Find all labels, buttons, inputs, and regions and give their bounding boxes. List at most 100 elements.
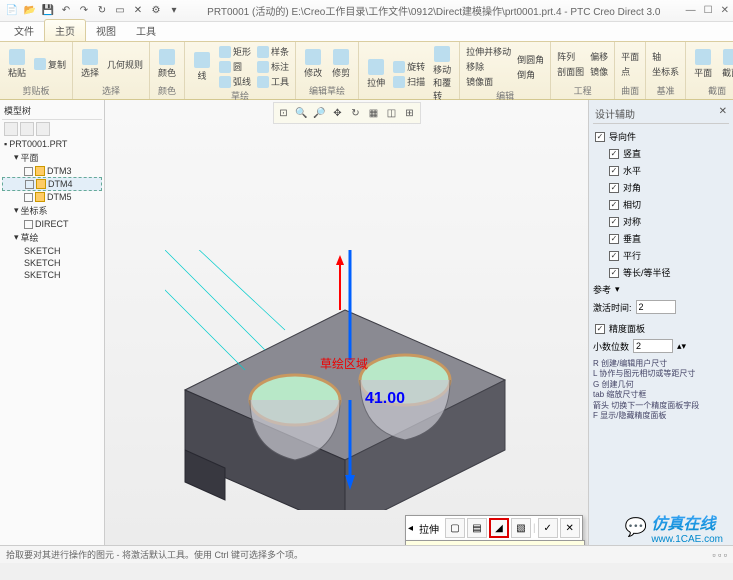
datum-display-icon[interactable]: ◫ xyxy=(384,105,400,121)
extrude-surface-button[interactable]: ▤ xyxy=(467,518,487,538)
color-button[interactable]: 颜色 xyxy=(154,47,180,81)
minimize-icon[interactable]: — xyxy=(686,5,696,16)
dimension-value[interactable]: 41.00 xyxy=(365,390,405,408)
equal-length-checkbox[interactable]: 等长/等半径 xyxy=(593,264,729,281)
tab-tools[interactable]: 工具 xyxy=(126,20,166,41)
trim-button[interactable]: 修剪 xyxy=(328,47,354,81)
move-rotate-button[interactable]: 移动和覆转 xyxy=(429,44,455,104)
tree-tool-2[interactable] xyxy=(20,122,34,136)
mirror-face-button[interactable]: 镜像面 xyxy=(464,74,513,89)
new-file-icon[interactable]: 📄 xyxy=(4,3,20,19)
close-panel-icon[interactable]: ✕ xyxy=(719,106,727,121)
cancel-button[interactable]: ✕ xyxy=(560,518,580,538)
redo-icon[interactable]: ↷ xyxy=(76,3,92,19)
symmetry-checkbox[interactable]: 对称 xyxy=(593,213,729,230)
tab-home[interactable]: 主页 xyxy=(44,19,86,41)
3d-viewport[interactable]: ⊡ 🔍 🔎 ✥ ↻ ▦ ◫ ⊞ xyxy=(105,100,588,545)
zoom-in-icon[interactable]: 🔍 xyxy=(294,105,310,121)
dropdown-icon[interactable]: ▾ xyxy=(166,3,182,19)
tree-root[interactable]: ▪PRT0001.PRT xyxy=(2,138,102,150)
rect-button[interactable]: 矩形 xyxy=(217,44,253,59)
spinner-icon[interactable]: ▴▾ xyxy=(677,341,686,352)
line-button[interactable]: 线 xyxy=(189,50,215,84)
window-icon[interactable]: ▭ xyxy=(112,3,128,19)
extrude-solid-button[interactable]: ▢ xyxy=(445,518,465,538)
offset-button[interactable]: 拉伸并移动 xyxy=(464,44,513,59)
perpendicular-checkbox[interactable]: 垂直 xyxy=(593,230,729,247)
extrude-button[interactable]: 拉伸 xyxy=(363,57,389,91)
guides-checkbox[interactable]: 导向件 xyxy=(593,128,729,145)
zoom-fit-icon[interactable]: ⊡ xyxy=(276,105,292,121)
extrude-option-button[interactable]: ▧ xyxy=(511,518,531,538)
csys-button[interactable]: 坐标系 xyxy=(650,64,681,79)
tree-dtm3[interactable]: DTM3 xyxy=(2,165,102,177)
paste-button[interactable]: 粘贴 xyxy=(4,47,30,81)
undo-icon[interactable]: ↶ xyxy=(58,3,74,19)
decimals-input[interactable] xyxy=(633,339,673,353)
vertical-checkbox[interactable]: 竖直 xyxy=(593,145,729,162)
tree-dtm5[interactable]: DTM5 xyxy=(2,191,102,203)
section2-button[interactable]: 截面 xyxy=(718,47,733,81)
offset2-button[interactable]: 偏移 xyxy=(588,49,610,64)
zoom-out-icon[interactable]: 🔎 xyxy=(312,105,328,121)
precision-panel-checkbox[interactable]: 精度面板 xyxy=(593,320,729,337)
settings-icon[interactable]: ⚙ xyxy=(148,3,164,19)
extrude-cut-button[interactable]: ◢ xyxy=(489,518,509,538)
tangent-checkbox[interactable]: 相切 xyxy=(593,196,729,213)
arc-button[interactable]: 弧线 xyxy=(217,74,253,89)
circle-button[interactable]: 圆 xyxy=(217,59,253,74)
parallel-checkbox[interactable]: 平行 xyxy=(593,247,729,264)
tab-view[interactable]: 视图 xyxy=(86,20,126,41)
spline-button[interactable]: 样条 xyxy=(255,44,291,59)
tree-sketch-group[interactable]: ▾ 草绘 xyxy=(2,230,102,245)
save-icon[interactable]: 💾 xyxy=(40,3,56,19)
sketch-tool-button[interactable]: 工具 xyxy=(255,74,291,89)
tree-tool-3[interactable] xyxy=(36,122,50,136)
section-button[interactable]: 剖面图 xyxy=(555,64,586,79)
activate-time-input[interactable] xyxy=(636,300,676,314)
pan-icon[interactable]: ✥ xyxy=(330,105,346,121)
tab-file[interactable]: 文件 xyxy=(4,20,44,41)
plane2-button[interactable]: 平面 xyxy=(690,47,716,81)
checkbox-icon[interactable] xyxy=(24,220,33,229)
tree-csys-group[interactable]: ▾ 坐标系 xyxy=(2,203,102,218)
point-button[interactable]: 点 xyxy=(619,64,641,79)
remove-button[interactable]: 移除 xyxy=(464,59,513,74)
refresh-icon[interactable]: ↻ xyxy=(94,3,110,19)
round-button[interactable]: 倒圆角 xyxy=(515,52,546,67)
select-button[interactable]: 选择 xyxy=(77,47,103,81)
maximize-icon[interactable]: ☐ xyxy=(704,5,713,16)
chevron-down-icon[interactable]: ▾ xyxy=(615,284,620,295)
check-button[interactable]: ✓ xyxy=(538,518,558,538)
geom-rules-button[interactable]: 几何规则 xyxy=(105,57,145,72)
copy-button[interactable]: 复制 xyxy=(32,57,68,72)
ref-button[interactable]: 标注 xyxy=(255,59,291,74)
close-icon[interactable]: ✕ xyxy=(721,5,729,16)
horizontal-checkbox[interactable]: 水平 xyxy=(593,162,729,179)
checkbox-icon[interactable] xyxy=(24,167,33,176)
tree-sketch1[interactable]: SKETCH xyxy=(2,245,102,257)
modify-button[interactable]: 修改 xyxy=(300,47,326,81)
sweep-button[interactable]: 扫描 xyxy=(391,74,427,89)
rotate-button[interactable]: 旋转 xyxy=(391,59,427,74)
view-manager-icon[interactable]: ⊞ xyxy=(402,105,418,121)
tree-dtm4[interactable]: DTM4 xyxy=(2,177,102,191)
diagonal-checkbox[interactable]: 对角 xyxy=(593,179,729,196)
tree-direct-csys[interactable]: DIRECT xyxy=(2,218,102,230)
pattern-button[interactable]: 阵列 xyxy=(555,49,586,64)
checkbox-icon[interactable] xyxy=(24,193,33,202)
plane-button[interactable]: 平面 xyxy=(619,49,641,64)
axis-button[interactable]: 轴 xyxy=(650,49,681,64)
checkbox-icon[interactable] xyxy=(25,180,34,189)
tree-tool-1[interactable] xyxy=(4,122,18,136)
tree-sketch2[interactable]: SKETCH xyxy=(2,257,102,269)
open-file-icon[interactable]: 📂 xyxy=(22,3,38,19)
chevron-left-icon[interactable]: ◂ xyxy=(408,523,413,534)
tree-datum-group[interactable]: ▾ 平面 xyxy=(2,150,102,165)
close-window-icon[interactable]: ✕ xyxy=(130,3,146,19)
tree-sketch3[interactable]: SKETCH xyxy=(2,269,102,281)
display-style-icon[interactable]: ▦ xyxy=(366,105,382,121)
mirror-button[interactable]: 镜像 xyxy=(588,64,610,79)
rotate-view-icon[interactable]: ↻ xyxy=(348,105,364,121)
chamfer-button[interactable]: 倒角 xyxy=(515,67,546,82)
